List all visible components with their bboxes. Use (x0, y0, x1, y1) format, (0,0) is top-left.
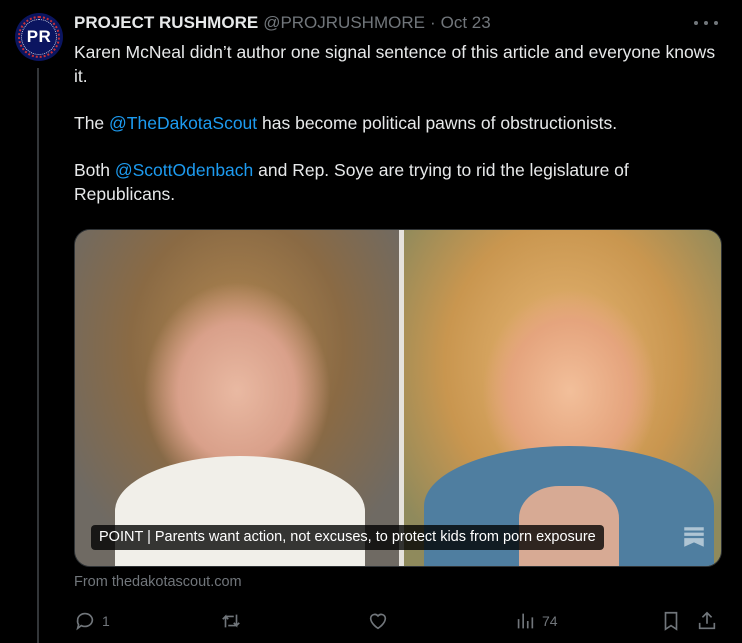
retweet-icon (222, 614, 240, 628)
avatar-text: PR (26, 27, 52, 46)
thread-line (37, 68, 39, 643)
share-icon (698, 611, 716, 630)
user-handle[interactable]: @PROJRUSHMORE (263, 13, 425, 33)
bookmark-icon (664, 611, 678, 631)
mention-link[interactable]: @ScottOdenbach (115, 160, 253, 180)
tweet-header: PROJECT RUSHMORE @PROJRUSHMORE · Oct 23 (74, 12, 491, 34)
more-icon[interactable] (694, 12, 718, 34)
views-icon (517, 613, 534, 629)
reply-icon (76, 612, 94, 631)
reply-count: 1 (102, 613, 110, 629)
share-button[interactable] (696, 606, 718, 636)
bookmark-button[interactable] (660, 606, 682, 636)
bookmark-icon (684, 527, 704, 547)
card-caption: POINT | Parents want action, not excuses… (91, 525, 604, 550)
heart-icon (369, 613, 387, 630)
tweet-paragraph: The @TheDakotaScout has become political… (74, 113, 618, 133)
mention-link[interactable]: @TheDakotaScout (109, 113, 257, 133)
avatar[interactable]: PR (15, 13, 63, 61)
tweet-paragraph: Both @ScottOdenbach and Rep. Soye are tr… (74, 160, 629, 204)
post-date[interactable]: Oct 23 (441, 13, 491, 33)
reply-button[interactable]: 1 (74, 606, 110, 636)
retweet-button[interactable] (220, 606, 248, 636)
views-count: 74 (542, 613, 558, 629)
card-source[interactable]: From thedakotascout.com (74, 574, 242, 590)
action-bar: 1 74 (74, 606, 724, 636)
tweet-text: Karen McNeal didn’t author one signal se… (74, 40, 724, 229)
card-photo-right (404, 230, 721, 566)
header-separator: · (429, 13, 436, 32)
card-photo-left (75, 230, 399, 566)
link-card[interactable]: POINT | Parents want action, not excuses… (74, 229, 722, 567)
tweet-paragraph: Karen McNeal didn’t author one signal se… (74, 42, 716, 86)
display-name[interactable]: PROJECT RUSHMORE (74, 13, 258, 33)
views-button[interactable]: 74 (514, 606, 558, 636)
like-button[interactable] (367, 606, 395, 636)
